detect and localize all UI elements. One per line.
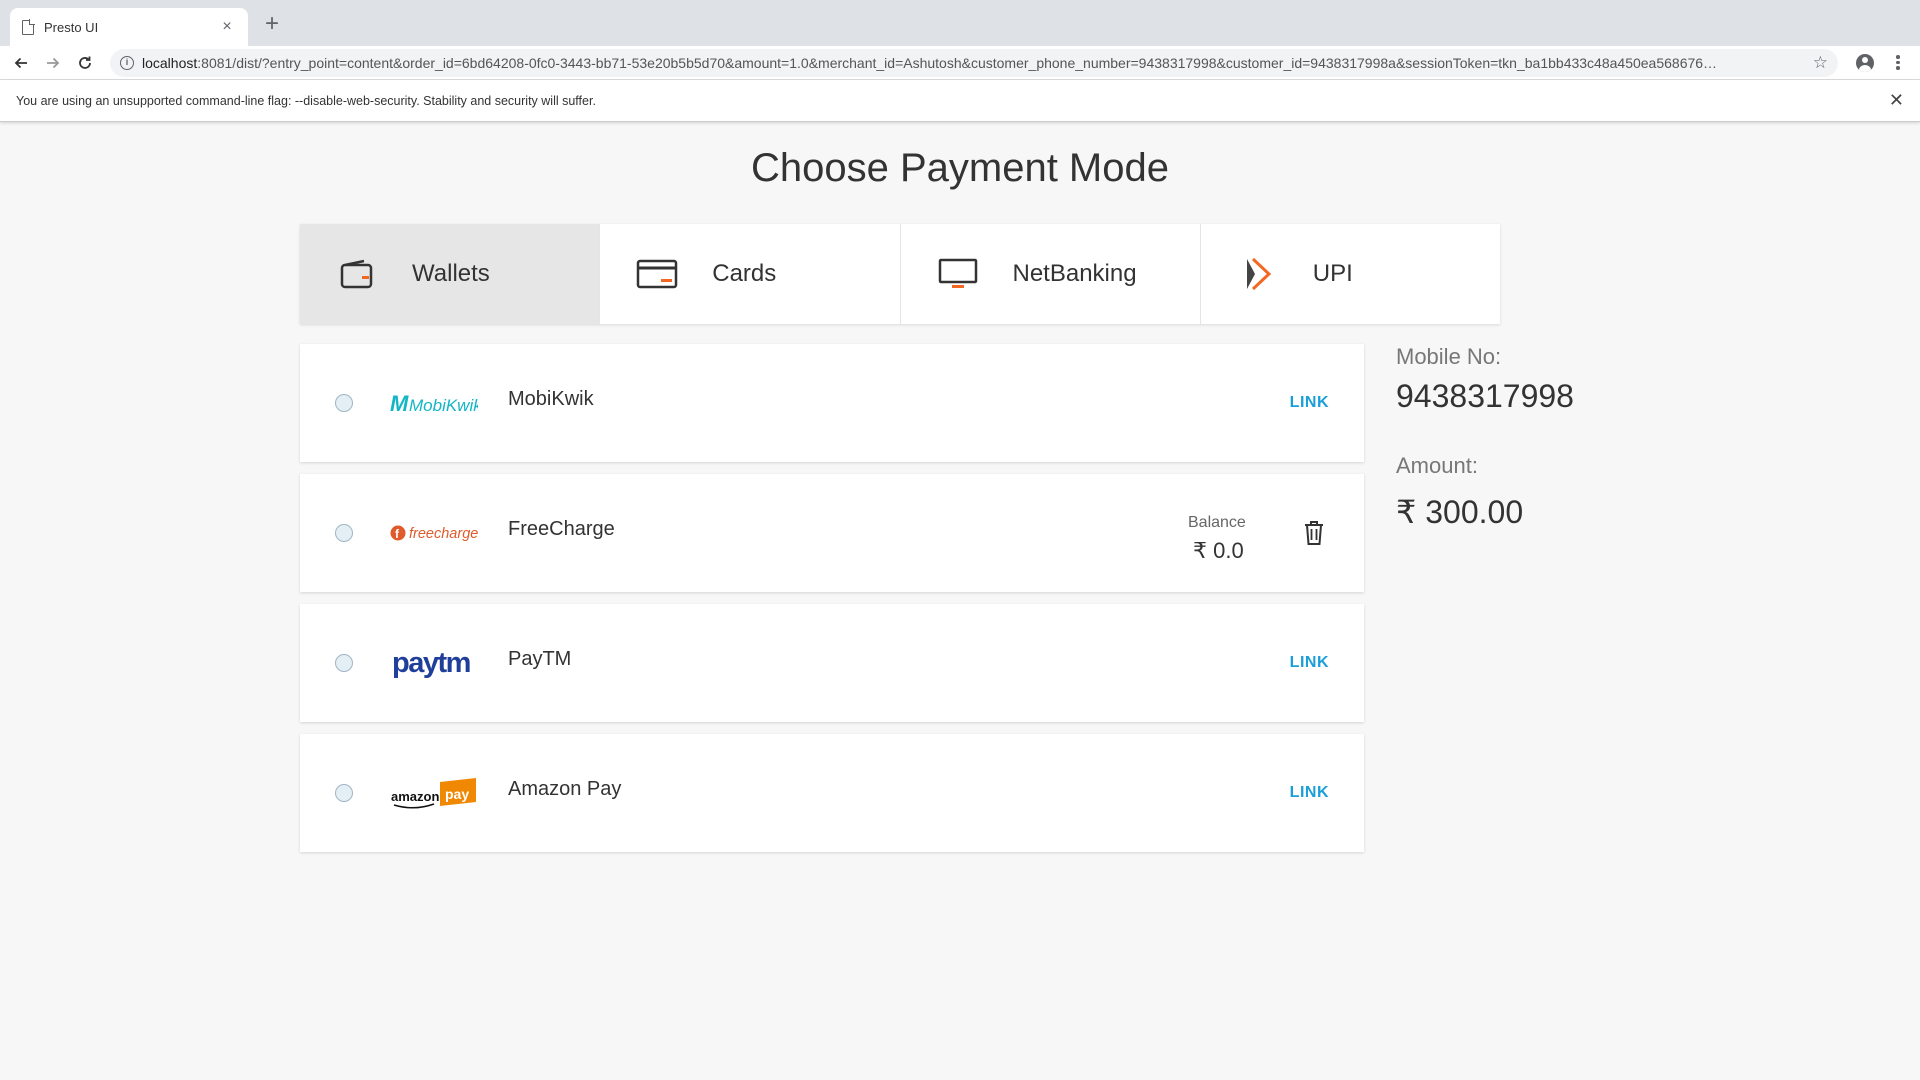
amount-label: Amount: (1396, 453, 1478, 478)
tab-close-button[interactable]: × (218, 18, 236, 36)
wallet-row-amazonpay[interactable]: amazon pay Amazon Pay LINK (300, 734, 1364, 852)
freecharge-logo-text: freecharge (409, 526, 478, 542)
browser-tab-strip: Presto UI × + (0, 0, 1920, 46)
back-button[interactable] (8, 50, 34, 76)
wallet-row-paytm[interactable]: paytm PayTM LINK (300, 604, 1364, 722)
tab-label: Cards (712, 260, 777, 287)
link-button[interactable]: LINK (1290, 394, 1329, 412)
back-arrow-icon (14, 57, 27, 69)
url-host: localhost (142, 55, 198, 71)
wallet-row-mobikwik[interactable]: M MobiKwik MobiKwik LINK (300, 344, 1364, 462)
tab-upi[interactable]: UPI (1201, 224, 1500, 324)
reload-icon (79, 56, 91, 69)
browser-toolbar: i localhost:8081/dist/?entry_point=conte… (0, 46, 1920, 80)
mobikwik-logo-mark: M (390, 391, 409, 416)
forward-arrow-icon (47, 57, 60, 69)
freecharge-logo: f freecharge (390, 516, 480, 550)
new-tab-button[interactable]: + (258, 10, 286, 38)
paytm-logo: paytm (390, 646, 480, 680)
browser-tab[interactable]: Presto UI × (10, 8, 248, 46)
tab-label: NetBanking (1012, 260, 1137, 287)
bookmark-star-icon[interactable]: ☆ (1813, 53, 1828, 73)
wallet-icon (334, 257, 380, 291)
radio-button[interactable] (335, 654, 353, 672)
address-bar[interactable]: i localhost:8081/dist/?entry_point=conte… (110, 49, 1838, 77)
paytm-logo-text: paytm (392, 647, 470, 679)
mobikwik-logo: M MobiKwik (390, 386, 480, 420)
balance-label: Balance (1188, 514, 1246, 531)
radio-button[interactable] (335, 524, 353, 542)
amazon-logo-text: amazon (391, 789, 439, 804)
tab-netbanking[interactable]: NetBanking (901, 224, 1201, 324)
wallet-list: M MobiKwik MobiKwik LINK f freecharge Free… (300, 344, 1364, 864)
wallet-name: FreeCharge (508, 518, 615, 540)
tab-title: Presto UI (44, 19, 99, 35)
upi-icon (1235, 257, 1281, 291)
wallet-name: PayTM (508, 648, 572, 670)
page-icon (22, 19, 35, 35)
profile-avatar-icon[interactable] (1856, 54, 1874, 72)
wallet-row-freecharge[interactable]: f freecharge FreeCharge Balance ₹ 0.0 (300, 474, 1364, 592)
site-info-icon[interactable]: i (120, 56, 134, 70)
tab-label: Wallets (412, 260, 490, 287)
tab-cards[interactable]: Cards (600, 224, 901, 324)
forward-button[interactable] (40, 50, 66, 76)
amazonpay-logo: amazon pay (390, 776, 480, 810)
amount-value: ₹ 300.00 (1396, 494, 1524, 530)
payment-mode-tabs: Wallets Cards NetBanking UPI (300, 224, 1500, 324)
wallet-name: MobiKwik (508, 388, 594, 410)
card-icon (634, 257, 680, 291)
url-path: :8081/dist/?entry_point=content&order_id… (197, 55, 1718, 71)
warning-infobar: You are using an unsupported command-lin… (0, 80, 1920, 122)
tab-label: UPI (1312, 260, 1353, 287)
infobar-close-button[interactable]: ✕ (1889, 90, 1904, 111)
page-title: Choose Payment Mode (750, 146, 1169, 190)
reload-button[interactable] (72, 50, 98, 76)
pay-logo-text: pay (445, 786, 469, 802)
browser-menu-icon[interactable] (1892, 53, 1904, 73)
infobar-message: You are using an unsupported command-lin… (16, 93, 596, 108)
tab-wallets[interactable]: Wallets (300, 224, 601, 324)
radio-button[interactable] (335, 394, 353, 412)
wallet-name: Amazon Pay (508, 778, 622, 800)
mobikwik-logo-text: MobiKwik (409, 396, 478, 415)
mobile-value: 9438317998 (1396, 378, 1574, 414)
delete-icon[interactable] (1303, 520, 1325, 546)
balance-value: ₹ 0.0 (1193, 538, 1244, 563)
order-summary: Mobile No: 9438317998 Amount: ₹ 300.00 (1396, 344, 1574, 531)
link-button[interactable]: LINK (1290, 654, 1329, 672)
radio-button[interactable] (335, 784, 353, 802)
mobile-label: Mobile No: (1396, 344, 1502, 369)
address-url[interactable]: localhost:8081/dist/?entry_point=content… (142, 55, 1805, 71)
link-button[interactable]: LINK (1290, 784, 1329, 802)
monitor-icon (935, 257, 981, 291)
